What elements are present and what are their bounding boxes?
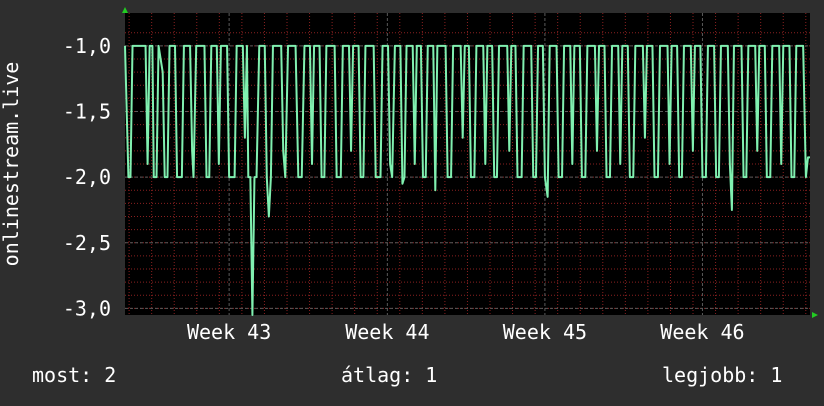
y-tick-label: -3,0 bbox=[63, 296, 111, 320]
legend-average-value: 1 bbox=[425, 363, 438, 387]
y-tick-label: -1,5 bbox=[63, 99, 111, 123]
legend-best-label: legjobb: bbox=[662, 363, 759, 387]
legend-average-label: átlag: bbox=[341, 363, 414, 387]
legend-now: most: 2 bbox=[32, 363, 116, 387]
y-tick-label: -2,0 bbox=[63, 165, 111, 189]
legend-now-label: most: bbox=[32, 363, 93, 387]
y-axis-arrow-icon bbox=[122, 7, 128, 13]
x-tick-label: Week 46 bbox=[660, 320, 744, 344]
y-tick-label: -1,0 bbox=[63, 34, 111, 58]
chart-svg: -1,0-1,5-2,0-2,5-3,0 Week 43 Week 44 Week … bbox=[0, 7, 818, 344]
legend-best-value: 1 bbox=[770, 363, 783, 387]
x-tick-label: Week 43 bbox=[187, 320, 271, 344]
y-axis-label: onlinestream.live bbox=[0, 62, 23, 267]
x-tick-label: Week 44 bbox=[345, 320, 429, 344]
chart: -1,0 -1,5 -2,0 -2,5 -3,0 Week 43 Week 44 Week … bbox=[0, 0, 824, 402]
legend-best: legjobb: 1 bbox=[662, 363, 782, 387]
x-tick-label: Week 45 bbox=[503, 320, 587, 344]
y-tick-label: -2,5 bbox=[63, 231, 111, 255]
legend-now-value: 2 bbox=[104, 363, 117, 387]
y-axis-ticks: -1,0 -1,5 -2,0 -2,5 -3,0 bbox=[63, 34, 111, 321]
legend-average: átlag: 1 bbox=[341, 363, 437, 387]
x-axis-arrow-icon bbox=[812, 312, 818, 318]
x-axis-ticks: Week 43 Week 44 Week 45 Week 46 bbox=[187, 320, 745, 344]
